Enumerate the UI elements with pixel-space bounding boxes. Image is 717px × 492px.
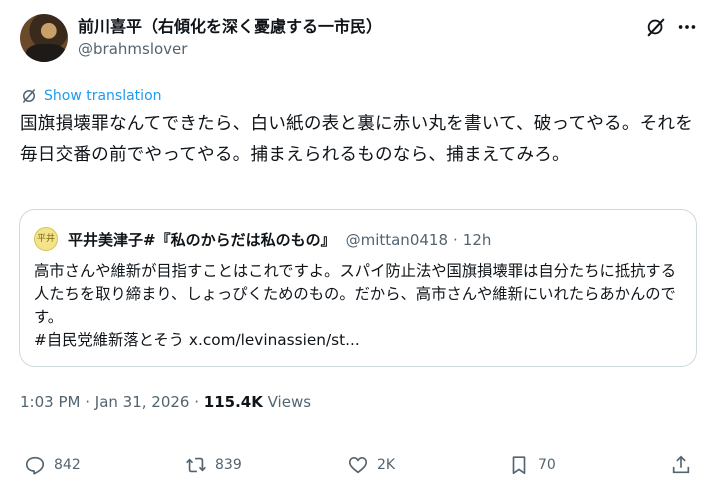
quote-author-name: 平井美津子#『私のからだは私のもの』: [68, 231, 336, 249]
share-icon: [672, 455, 690, 474]
quote-author-handle: @mittan0418: [345, 231, 448, 249]
reply-icon: [25, 456, 45, 475]
heart-icon: [348, 457, 368, 474]
action-bar: 842 839 2K 70: [0, 450, 717, 480]
quote-text: 高市さんや維新が目指すことはこれですよ。スパイ防止法や国旗損壊罪は自分たちに抵抗…: [34, 260, 684, 352]
tweet-time[interactable]: 1:03 PM: [20, 393, 80, 411]
tweet-meta: 1:03 PM · Jan 31, 2026 · 115.4K Views: [20, 393, 311, 411]
reply-button[interactable]: 842: [24, 450, 81, 480]
like-button[interactable]: 2K: [347, 450, 395, 480]
show-translation-link[interactable]: Show translation: [20, 86, 162, 106]
tweet-date[interactable]: Jan 31, 2026: [95, 393, 190, 411]
repost-count: 839: [215, 457, 242, 473]
reply-count: 842: [54, 457, 81, 473]
bookmark-button[interactable]: 70: [508, 450, 556, 480]
grok-icon[interactable]: [645, 16, 667, 38]
quote-link: x.com/levinassien/st...: [188, 331, 360, 349]
meta-dot: ·: [80, 393, 95, 411]
quote-author-avatar: 平井: [34, 227, 58, 251]
quote-tweet-card[interactable]: 平井 平井美津子#『私のからだは私のもの』 @mittan0418 · 12h …: [19, 209, 697, 367]
translate-icon: [23, 89, 35, 103]
bookmark-count: 70: [538, 457, 556, 473]
views-count: 115.4K: [203, 393, 263, 411]
repost-icon: [186, 457, 206, 473]
author-display-name[interactable]: 前川喜平（右傾化を深く憂慮する一市民）: [78, 13, 382, 37]
more-options-icon[interactable]: [676, 16, 698, 38]
quote-tags-line: #自民党維新落とそう x.com/levinassien/st...: [34, 329, 684, 352]
quote-hashtag: #自民党維新落とそう: [34, 331, 185, 349]
share-button[interactable]: [670, 450, 692, 480]
quote-body: 高市さんや維新が目指すことはこれですよ。スパイ防止法や国旗損壊罪は自分たちに抵抗…: [34, 262, 677, 326]
like-count: 2K: [377, 457, 396, 473]
author-avatar[interactable]: [20, 14, 68, 62]
bookmark-icon: [512, 456, 526, 475]
views-label: Views: [262, 393, 312, 411]
quote-separator: ·: [453, 231, 458, 249]
quote-timestamp: 12h: [462, 231, 492, 249]
author-handle[interactable]: @brahmslover: [78, 40, 187, 58]
show-translation-label: Show translation: [44, 88, 162, 104]
quote-header: 平井美津子#『私のからだは私のもの』 @mittan0418 · 12h: [68, 229, 491, 250]
tweet-text: 国旗損壊罪なんてできたら、白い紙の表と裏に赤い丸を書いて、破ってやる。それを毎日…: [20, 114, 693, 165]
meta-dot: ·: [189, 393, 204, 411]
repost-button[interactable]: 839: [185, 450, 242, 480]
